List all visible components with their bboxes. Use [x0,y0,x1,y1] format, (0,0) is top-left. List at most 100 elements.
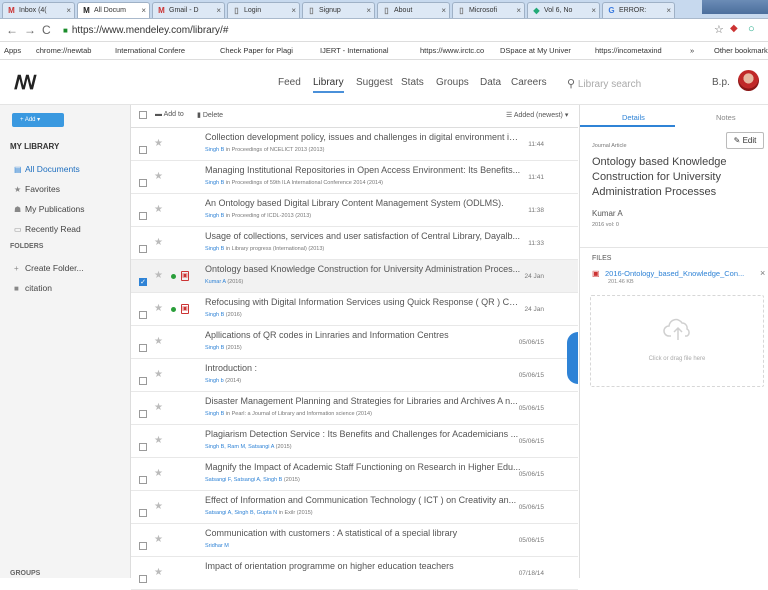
delete-button[interactable]: ▮ Delete [197,111,223,119]
close-tab-icon[interactable]: × [66,3,71,18]
nav-data[interactable]: Data [480,77,501,88]
row-checkbox[interactable] [139,207,147,225]
bookmark-item[interactable]: chrome://newtab [36,42,91,59]
bookmark-star-icon[interactable]: ☆ [714,23,724,36]
table-row[interactable]: ★ Managing Institutional Repositories in … [131,161,578,194]
row-checkbox[interactable]: ✓ [139,273,147,291]
row-checkbox[interactable] [139,471,147,489]
sidebar-item-favorites[interactable]: ★ Favorites [14,184,60,194]
reload-icon[interactable]: C [42,23,51,37]
folder-citation[interactable]: ■ citation [14,283,52,293]
nav-stats[interactable]: Stats [401,77,424,88]
close-tab-icon[interactable]: × [216,3,221,18]
table-row[interactable]: ★ An Ontology based Digital Library Conte… [131,194,578,227]
pdf-icon[interactable]: ▣ [181,271,189,281]
extension-icon[interactable]: ◆ [730,23,738,34]
table-row[interactable]: ★ Disaster Management Planning and Strate… [131,392,578,425]
row-checkbox[interactable] [139,405,147,423]
star-icon[interactable]: ★ [154,303,163,314]
tab-vol6[interactable]: ◆ Vol 6, No × [527,2,600,18]
bookmark-item[interactable]: DSpace at My Univer [500,42,571,59]
url-input[interactable]: ■ https://www.mendeley.com/library/# [63,22,733,39]
close-tab-icon[interactable]: × [666,3,671,18]
file-link[interactable]: 2016-Ontology_based_Knowledge_Con... [605,269,755,278]
star-icon[interactable]: ★ [154,534,163,545]
add-button[interactable]: + Add ▾ [12,113,64,127]
file-dropzone[interactable]: Click or drag file here [590,295,764,387]
nav-feed[interactable]: Feed [278,77,301,88]
tab-login[interactable]: ▯ Login × [227,2,300,18]
sidebar-item-all-documents[interactable]: ▤ All Documents [14,164,80,174]
remove-file-icon[interactable]: × [760,268,765,278]
details-panel-toggle[interactable] [567,332,578,384]
pdf-icon[interactable]: ▣ [181,304,189,314]
star-icon[interactable]: ★ [154,567,163,578]
table-row[interactable]: ★ Plagiarism Detection Service : Its Bene… [131,425,578,458]
star-icon[interactable]: ★ [154,402,163,413]
add-to-button[interactable]: ▬ Add to [155,111,184,118]
row-checkbox[interactable] [139,504,147,522]
star-icon[interactable]: ★ [154,237,163,248]
back-icon[interactable]: ← [6,23,18,37]
row-checkbox[interactable] [139,438,147,456]
sidebar-item-recently-read[interactable]: ▭ Recently Read [14,224,81,234]
bookmark-apps[interactable]: Apps [4,42,21,59]
row-checkbox[interactable] [139,570,147,588]
bookmarks-overflow[interactable]: » [690,42,694,59]
sort-dropdown[interactable]: ☰ Added (newest) ▾ [506,111,568,119]
tab-inbox[interactable]: M Inbox (4(× [2,2,75,18]
tab-signup[interactable]: ▯ Signup × [302,2,375,18]
avatar[interactable] [738,70,759,91]
star-icon[interactable]: ★ [154,501,163,512]
tab-about[interactable]: ▯ About × [377,2,450,18]
forward-icon[interactable]: → [24,23,36,37]
bookmark-item[interactable]: International Confere [115,42,185,59]
bookmark-other[interactable]: Other bookmarks [714,42,768,59]
star-icon[interactable]: ★ [154,138,163,149]
bookmark-item[interactable]: https://incometaxind [595,42,662,59]
table-row[interactable]: ★ Impact of orientation programme on high… [131,557,578,590]
star-icon[interactable]: ★ [154,369,163,380]
table-row[interactable]: ★ Magnify the Impact of Academic Staff Fu… [131,458,578,491]
close-tab-icon[interactable]: × [441,3,446,18]
tab-details[interactable]: Details [622,113,645,122]
row-checkbox[interactable] [139,537,147,555]
nav-suggest[interactable]: Suggest [356,77,393,88]
nav-careers[interactable]: Careers [511,77,547,88]
star-icon[interactable]: ★ [154,171,163,182]
bookmark-item[interactable]: https://www.irctc.co [420,42,484,59]
row-checkbox[interactable] [139,306,147,324]
close-tab-icon[interactable]: × [366,3,371,18]
tab-microsoft[interactable]: ▯ Microsofi × [452,2,525,18]
create-folder-button[interactable]: + Create Folder... [14,263,84,273]
star-icon[interactable]: ★ [154,468,163,479]
close-tab-icon[interactable]: × [516,3,521,18]
close-tab-icon[interactable]: × [291,3,296,18]
row-checkbox[interactable] [139,174,147,192]
extension-icon[interactable]: ○ [748,23,755,35]
table-row[interactable]: ★ Communication with customers : A statis… [131,524,578,557]
mendeley-logo[interactable]: ꟿ [14,72,37,95]
window-controls[interactable] [702,0,768,14]
table-row[interactable]: ★ Collection development policy, issues a… [131,128,578,161]
table-row[interactable]: ★ Effect of Information and Communication… [131,491,578,524]
select-all-checkbox[interactable] [139,111,147,119]
nav-groups[interactable]: Groups [436,77,469,88]
star-icon[interactable]: ★ [154,270,163,281]
row-checkbox[interactable] [139,372,147,390]
sidebar-item-my-publications[interactable]: ☗ My Publications [14,204,85,214]
close-tab-icon[interactable]: × [591,3,596,18]
row-checkbox[interactable] [139,339,147,357]
table-row[interactable]: ★ Introduction : Singh b (2014) 05/06/15 [131,359,578,392]
nav-library[interactable]: Library [313,77,344,93]
tab-notes[interactable]: Notes [716,113,736,122]
tab-gmail[interactable]: M Gmail - D × [152,2,225,18]
row-checkbox[interactable] [139,240,147,258]
star-icon[interactable]: ★ [154,204,163,215]
close-tab-icon[interactable]: × [141,3,146,18]
edit-button[interactable]: ✎ Edit [726,132,764,149]
star-icon[interactable]: ★ [154,336,163,347]
user-name[interactable]: B.p. [712,77,730,88]
tab-error[interactable]: G ERROR: × [602,2,675,18]
star-icon[interactable]: ★ [154,435,163,446]
